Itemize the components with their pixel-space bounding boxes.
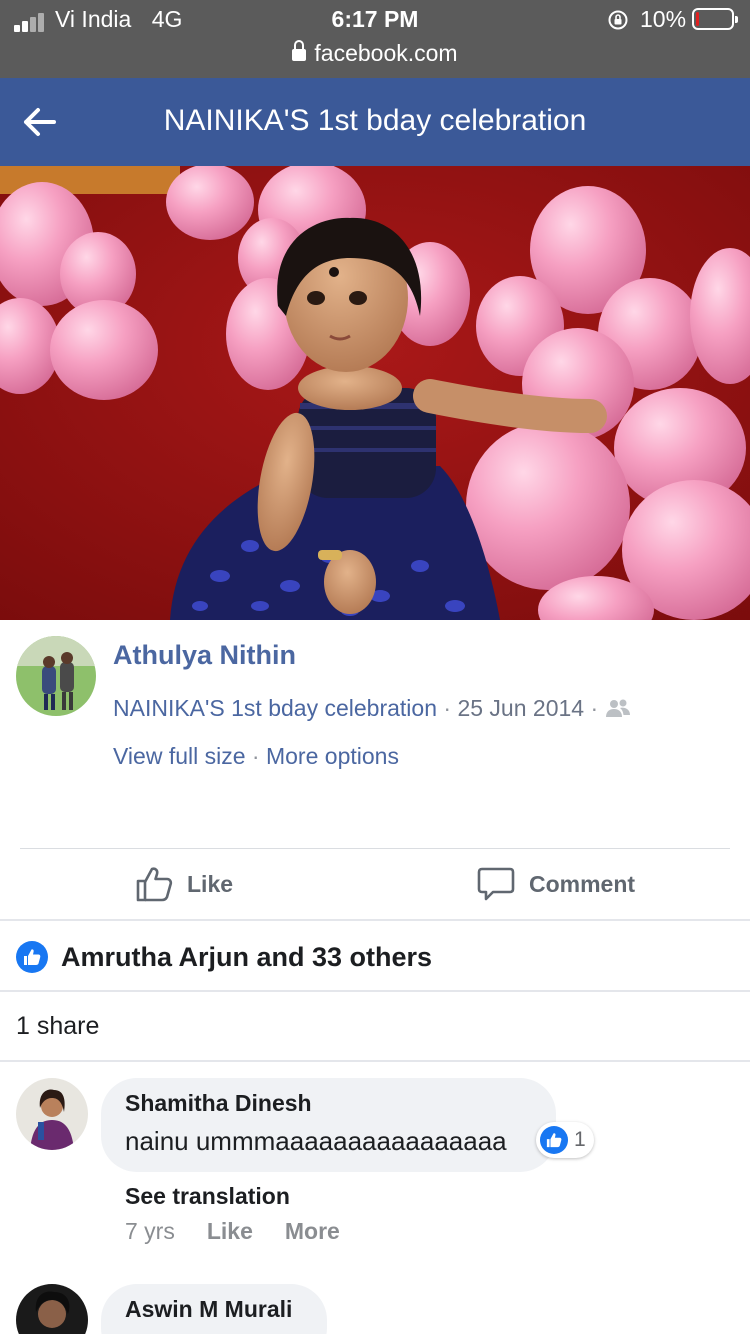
like-reaction-icon — [16, 941, 48, 973]
divider — [0, 990, 750, 992]
view-full-size-link[interactable]: View full size — [113, 743, 246, 769]
like-button[interactable]: Like — [135, 864, 233, 904]
author-name[interactable]: Athulya Nithin — [113, 640, 296, 671]
reaction-count: 1 — [574, 1128, 586, 1151]
comment-label: Comment — [529, 870, 636, 897]
commenter-name[interactable]: Shamitha Dinesh — [125, 1090, 312, 1117]
post-photo[interactable] — [0, 166, 750, 620]
comment-reactions[interactable]: 1 — [536, 1122, 594, 1158]
like-label: Like — [187, 870, 234, 897]
divider — [20, 848, 730, 849]
url-bar[interactable]: facebook.com — [0, 40, 750, 67]
thumbs-up-icon — [136, 867, 173, 902]
orientation-lock-icon — [608, 10, 628, 30]
url-text: facebook.com — [314, 40, 458, 66]
reactions-text: Amrutha Arjun and 33 others — [61, 941, 433, 972]
clock: 6:17 PM — [331, 6, 419, 32]
meta-separator: · — [590, 695, 599, 721]
page-header: NAINIKA'S 1st bday celebration — [0, 78, 750, 166]
comment-like-button[interactable]: Like — [207, 1218, 253, 1245]
see-translation-link[interactable]: See translation — [125, 1183, 290, 1210]
author-avatar[interactable] — [16, 636, 96, 716]
comment-bubble[interactable]: Shamitha Dinesh nainu ummmaaaaaaaaaaaaaa… — [101, 1078, 556, 1172]
commenter-avatar[interactable] — [16, 1284, 88, 1334]
post-meta: NAINIKA'S 1st bday celebration · 25 Jun … — [113, 695, 631, 722]
comment-time: 7 yrs — [125, 1218, 175, 1244]
comment-more-button[interactable]: More — [285, 1218, 340, 1245]
commenter-avatar[interactable] — [16, 1078, 88, 1150]
friends-icon — [605, 699, 630, 717]
album-link[interactable]: NAINIKA'S 1st bday celebration — [113, 695, 437, 721]
links-separator: · — [251, 743, 260, 769]
reactions-summary[interactable]: Amrutha Arjun and 33 others — [16, 940, 432, 974]
like-reaction-icon — [540, 1126, 568, 1154]
photo-links: View full size · More options — [113, 743, 399, 770]
page-title: NAINIKA'S 1st bday celebration — [163, 104, 587, 137]
commenter-name[interactable]: Aswin M Murali — [125, 1296, 292, 1323]
divider — [0, 1060, 750, 1062]
post-date[interactable]: 25 Jun 2014 — [457, 695, 584, 721]
more-options-link[interactable]: More options — [266, 743, 399, 769]
comment-button[interactable]: Comment — [477, 864, 635, 904]
meta-separator: · — [443, 695, 452, 721]
status-bar: Vi India 4G 6:17 PM facebook.com 10% — [0, 0, 750, 78]
comment-bubble[interactable]: Aswin M Murali — [101, 1284, 327, 1334]
battery-icon — [692, 8, 738, 30]
lock-icon — [292, 40, 307, 61]
comment-icon — [477, 867, 515, 901]
share-count[interactable]: 1 share — [16, 1012, 99, 1041]
comment-text: nainu ummmaaaaaaaaaaaaaaaa — [125, 1126, 507, 1156]
battery-percent: 10% — [640, 6, 687, 32]
comment-actions: 7 yrs Like More — [125, 1218, 372, 1245]
divider — [0, 919, 750, 921]
battery-level — [696, 12, 699, 26]
